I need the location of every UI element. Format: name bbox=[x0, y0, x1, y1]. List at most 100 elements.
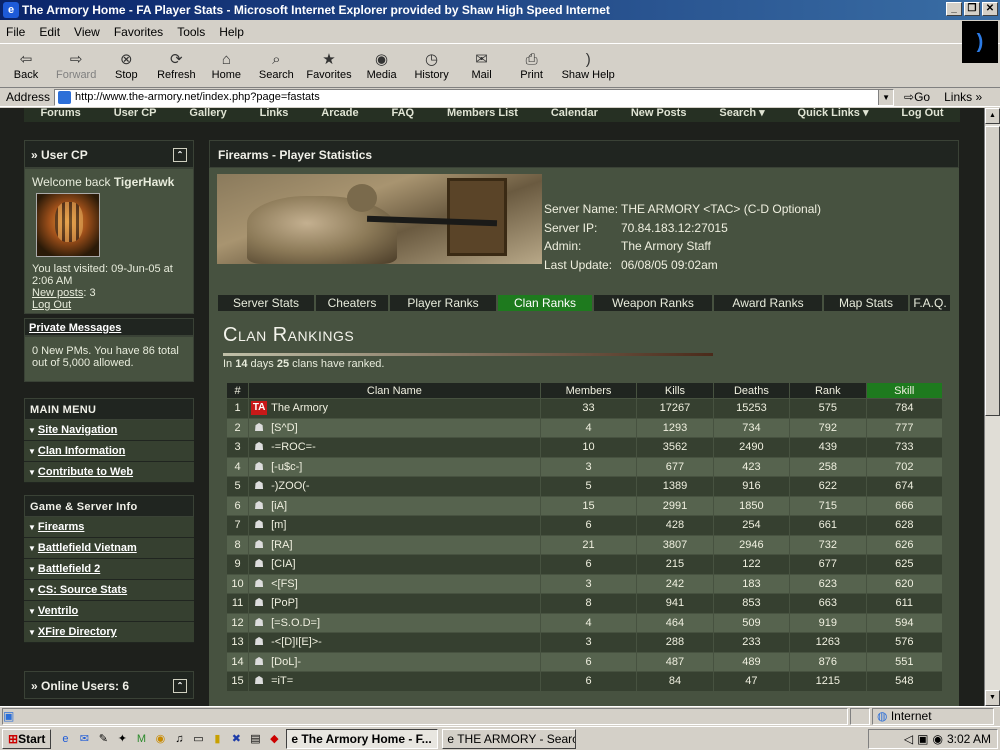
history-button[interactable]: ◷ History bbox=[412, 51, 452, 81]
menu-view[interactable]: View bbox=[74, 25, 100, 39]
game-quicklaunch-icon[interactable]: ◆ bbox=[266, 731, 282, 747]
column-header-[interactable]: # bbox=[225, 382, 250, 399]
ie-quicklaunch-icon[interactable]: e bbox=[57, 731, 73, 747]
home-button[interactable]: ⌂ Home bbox=[206, 51, 246, 81]
folder-quicklaunch-icon[interactable]: ▮ bbox=[209, 731, 225, 747]
print-button[interactable]: ⎙ Print bbox=[512, 51, 552, 81]
tiger-avatar[interactable] bbox=[36, 193, 100, 257]
forward-button[interactable]: ⇨ Forward bbox=[56, 51, 96, 81]
menu-item-clan-information[interactable]: ▼ Clan Information bbox=[24, 441, 194, 462]
menu-item-contribute-to-web[interactable]: ▼ Contribute to Web bbox=[24, 462, 194, 483]
menu-item-site-navigation[interactable]: ▼ Site Navigation bbox=[24, 420, 194, 441]
nav-search[interactable]: Search ▾ bbox=[719, 108, 764, 119]
scroll-thumb[interactable] bbox=[985, 126, 1000, 416]
tray-app-icon[interactable]: ◉ bbox=[932, 732, 942, 746]
nav-gallery[interactable]: Gallery bbox=[189, 108, 226, 119]
nav-arcade[interactable]: Arcade bbox=[321, 108, 358, 119]
scroll-down-icon[interactable]: ▼ bbox=[985, 690, 1000, 706]
nav-quick-links[interactable]: Quick Links ▾ bbox=[798, 108, 869, 119]
menu-item-battlefield-2[interactable]: ▼ Battlefield 2 bbox=[24, 559, 194, 580]
links-button[interactable]: Links » bbox=[944, 90, 982, 104]
cell-clan-name[interactable]: ☗ [-u$c-] bbox=[248, 456, 541, 477]
collapse-icon[interactable]: ⌃ bbox=[173, 148, 187, 162]
column-header-rank[interactable]: Rank bbox=[789, 382, 867, 399]
nav-user-cp[interactable]: User CP bbox=[114, 108, 157, 119]
tab-server-stats[interactable]: Server Stats bbox=[217, 294, 315, 312]
volume-icon[interactable]: ◁ bbox=[904, 732, 913, 746]
cell-clan-name[interactable]: ☗ <[FS] bbox=[248, 573, 541, 594]
clan-name[interactable]: [S^D] bbox=[271, 422, 298, 434]
menu-item-ventrilo[interactable]: ▼ Ventrilo bbox=[24, 601, 194, 622]
msn-quicklaunch-icon[interactable]: M bbox=[133, 731, 149, 747]
tool-quicklaunch-icon[interactable]: ✦ bbox=[114, 731, 130, 747]
tab-award-ranks[interactable]: Award Ranks bbox=[713, 294, 823, 312]
clock[interactable]: 3:02 AM bbox=[947, 732, 991, 746]
stop-button[interactable]: ⊗ Stop bbox=[106, 51, 146, 81]
cell-clan-name[interactable]: ☗ [CIA] bbox=[248, 554, 541, 575]
clan-name[interactable]: [=S.O.D=] bbox=[271, 617, 320, 629]
media-quicklaunch-icon[interactable]: ◉ bbox=[152, 731, 168, 747]
menu-item-xfire-directory[interactable]: ▼ XFire Directory bbox=[24, 622, 194, 643]
clan-name[interactable]: [CIA] bbox=[271, 558, 295, 570]
clan-name[interactable]: -=ROC=- bbox=[271, 441, 316, 453]
tab-cheaters[interactable]: Cheaters bbox=[315, 294, 389, 312]
mail-button[interactable]: ✉ Mail bbox=[462, 51, 502, 81]
taskbar-item-armory-search[interactable]: e THE ARMORY - Search R... bbox=[442, 728, 577, 749]
nav-members-list[interactable]: Members List bbox=[447, 108, 518, 119]
cell-clan-name[interactable]: TA The Armory bbox=[248, 398, 541, 419]
cell-clan-name[interactable]: ☗ [PoP] bbox=[248, 593, 541, 614]
menu-favorites[interactable]: Favorites bbox=[114, 25, 163, 39]
cell-clan-name[interactable]: ☗ -<[D]I[E]>- bbox=[248, 632, 541, 653]
xfire-quicklaunch-icon[interactable]: ✖ bbox=[228, 731, 244, 747]
vertical-scrollbar[interactable]: ▲ ▼ bbox=[984, 108, 1000, 706]
new-posts-link[interactable]: New posts bbox=[32, 287, 83, 299]
clan-name[interactable]: <[FS] bbox=[271, 578, 298, 590]
private-messages-link[interactable]: Private Messages bbox=[24, 318, 194, 336]
column-header-skill[interactable]: Skill bbox=[865, 382, 944, 399]
cell-clan-name[interactable]: ☗ [S^D] bbox=[248, 417, 541, 438]
logout-link[interactable]: Log Out bbox=[32, 299, 186, 311]
clan-name[interactable]: =iT= bbox=[271, 675, 293, 687]
clan-name[interactable]: [DoL]- bbox=[271, 656, 301, 668]
clan-name[interactable]: [-u$c-] bbox=[271, 461, 302, 473]
clan-name[interactable]: [PoP] bbox=[271, 597, 298, 609]
window-titlebar[interactable]: e The Armory Home - FA Player Stats - Mi… bbox=[0, 0, 1000, 20]
close-button[interactable]: ✕ bbox=[982, 2, 998, 16]
restore-button[interactable]: ❐ bbox=[964, 2, 980, 16]
cell-clan-name[interactable]: ☗ [m] bbox=[248, 515, 541, 536]
menu-file[interactable]: File bbox=[6, 25, 25, 39]
nav-links[interactable]: Links bbox=[260, 108, 289, 119]
menu-item-firearms[interactable]: ▼ Firearms bbox=[24, 517, 194, 538]
nav-forums[interactable]: Forums bbox=[40, 108, 80, 119]
taskbar-item-armory-home[interactable]: e The Armory Home - F... bbox=[286, 728, 439, 749]
menu-edit[interactable]: Edit bbox=[39, 25, 60, 39]
cell-clan-name[interactable]: ☗ [iA] bbox=[248, 495, 541, 516]
app-quicklaunch-icon[interactable]: ▤ bbox=[247, 731, 263, 747]
desktop-quicklaunch-icon[interactable]: ▭ bbox=[190, 731, 206, 747]
notepad-quicklaunch-icon[interactable]: ✎ bbox=[95, 731, 111, 747]
nav-new-posts[interactable]: New Posts bbox=[631, 108, 687, 119]
column-header-members[interactable]: Members bbox=[539, 382, 638, 399]
back-button[interactable]: ⇦ Back bbox=[6, 51, 46, 81]
tab-weapon-ranks[interactable]: Weapon Ranks bbox=[593, 294, 713, 312]
menu-item-cs-source-stats[interactable]: ▼ CS: Source Stats bbox=[24, 580, 194, 601]
column-header-deaths[interactable]: Deaths bbox=[712, 382, 791, 399]
tab-clan-ranks[interactable]: Clan Ranks bbox=[497, 294, 593, 312]
minimize-button[interactable]: _ bbox=[946, 2, 962, 16]
clan-name[interactable]: [iA] bbox=[271, 500, 287, 512]
clan-name[interactable]: -<[D]I[E]>- bbox=[271, 636, 322, 648]
nav-calendar[interactable]: Calendar bbox=[551, 108, 598, 119]
refresh-button[interactable]: ⟳ Refresh bbox=[156, 51, 196, 81]
address-input[interactable]: http://www.the-armory.net/index.php?page… bbox=[54, 88, 895, 106]
nav-faq[interactable]: FAQ bbox=[391, 108, 414, 119]
menu-item-battlefield-vietnam[interactable]: ▼ Battlefield Vietnam bbox=[24, 538, 194, 559]
clan-name[interactable]: [m] bbox=[271, 519, 286, 531]
tab-player-ranks[interactable]: Player Ranks bbox=[389, 294, 497, 312]
cell-clan-name[interactable]: ☗ [DoL]- bbox=[248, 651, 541, 672]
cell-clan-name[interactable]: ☗ [=S.O.D=] bbox=[248, 612, 541, 633]
collapse-icon[interactable]: ⌃ bbox=[173, 679, 187, 693]
scroll-up-icon[interactable]: ▲ bbox=[985, 108, 1000, 124]
tab-f-a-q[interactable]: F.A.Q. bbox=[909, 294, 951, 312]
search-button[interactable]: ⌕ Search bbox=[256, 51, 296, 81]
shaw-help-button[interactable]: ) Shaw Help bbox=[562, 51, 615, 81]
